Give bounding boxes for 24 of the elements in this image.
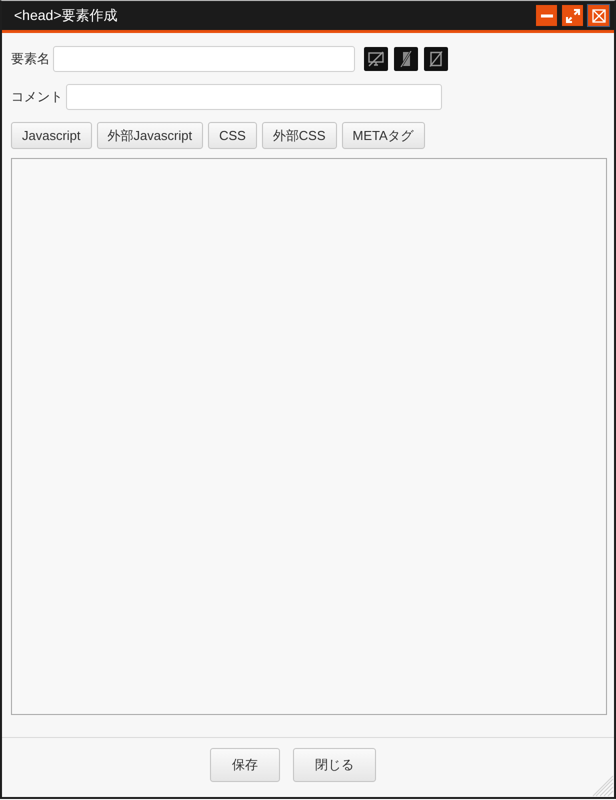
editor-tab[interactable]: 外部CSS bbox=[262, 122, 337, 149]
editor-tab[interactable]: METAタグ bbox=[342, 122, 425, 149]
editor-tab[interactable]: CSS bbox=[208, 122, 257, 149]
field-label: コメント bbox=[11, 88, 63, 106]
close-button[interactable] bbox=[588, 5, 609, 26]
name-input[interactable] bbox=[53, 46, 355, 72]
device-toggle-button[interactable] bbox=[394, 47, 418, 71]
device-toggle-button[interactable] bbox=[364, 47, 388, 71]
field-label: 要素名 bbox=[11, 50, 50, 68]
window-title: <head>要素作成 bbox=[14, 6, 118, 24]
editor-tab[interactable]: Javascript bbox=[11, 122, 92, 149]
device-toggle-button[interactable] bbox=[424, 47, 448, 71]
tablet-slash-icon bbox=[428, 51, 444, 67]
comment-input[interactable] bbox=[66, 84, 442, 110]
close-icon bbox=[592, 8, 606, 22]
phone-slash-icon bbox=[398, 51, 414, 67]
minimize-button[interactable] bbox=[536, 5, 557, 26]
expand-arrows-icon bbox=[566, 8, 580, 22]
maximize-button[interactable] bbox=[562, 5, 583, 26]
close-dialog-button[interactable]: 閉じる bbox=[293, 748, 376, 782]
monitor-slash-icon bbox=[368, 51, 384, 67]
editor-tab[interactable]: 外部Javascript bbox=[96, 122, 204, 149]
save-button[interactable]: 保存 bbox=[210, 748, 280, 782]
resize-grip-icon[interactable] bbox=[592, 775, 614, 797]
